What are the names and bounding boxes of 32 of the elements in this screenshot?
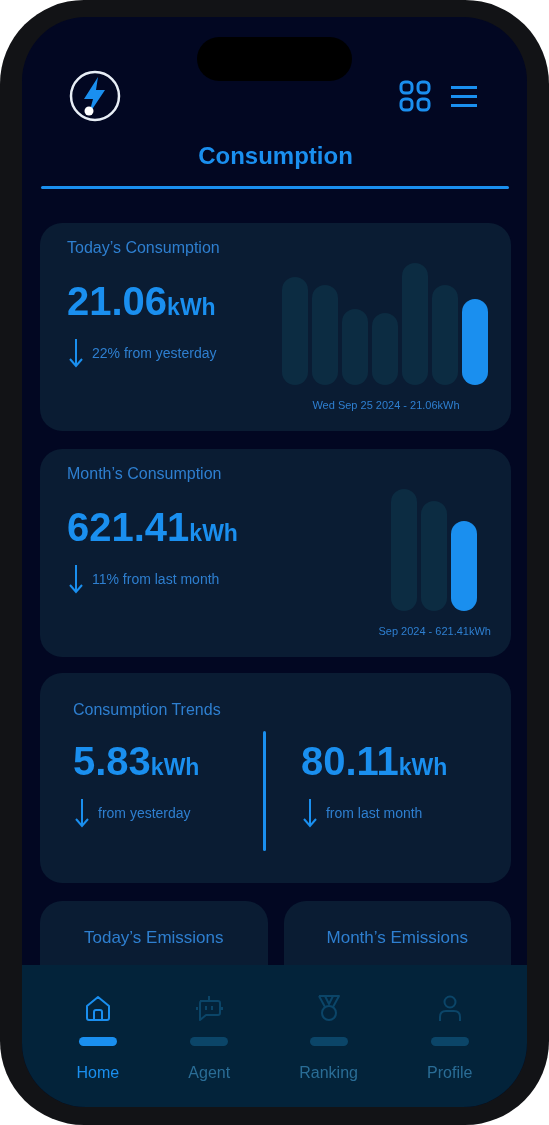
tab-indicator (78, 1037, 117, 1046)
change-text: from yesterday (98, 805, 191, 821)
change-text: 22% from yesterday (92, 345, 217, 361)
chart-caption: Sep 2024 - 621.41kWh (378, 625, 491, 637)
grid-icon[interactable] (399, 80, 431, 112)
change-text: 11% from last month (92, 571, 220, 587)
tab-indicator (309, 1037, 348, 1046)
down-arrow-icon (69, 338, 83, 368)
menu-icon[interactable] (451, 84, 477, 108)
card-title: Today’s Consumption (67, 239, 220, 257)
chart-caption: Wed Sep 25 2024 - 21.06kWh (312, 399, 460, 411)
card-title: Consumption Trends (73, 701, 221, 719)
card-title: Month’s Consumption (67, 465, 222, 483)
tab[interactable]: Home (76, 993, 120, 1082)
change-text: from last month (325, 805, 423, 821)
tab[interactable]: Agent (188, 993, 231, 1082)
trend-value: 5.83kWh (73, 739, 200, 784)
consumption-value: 621.41kWh (67, 505, 238, 550)
down-arrow-icon (75, 798, 89, 828)
trend-value: 80.11kWh (300, 739, 448, 784)
tab-indicator (190, 1037, 229, 1046)
card-title: Month’s Emissions (326, 928, 468, 948)
down-arrow-icon (69, 564, 83, 594)
tab[interactable]: Profile (427, 993, 473, 1082)
lightning-logo-icon (69, 70, 121, 122)
down-arrow-icon (302, 798, 317, 828)
tab[interactable]: Ranking (299, 993, 358, 1082)
page-title: Consumption (198, 142, 353, 170)
tab-indicator (430, 1037, 469, 1046)
consumption-value: 21.06kWh (67, 279, 216, 324)
robot-chat-icon (194, 993, 225, 1023)
card-title: Today’s Emissions (84, 928, 224, 948)
